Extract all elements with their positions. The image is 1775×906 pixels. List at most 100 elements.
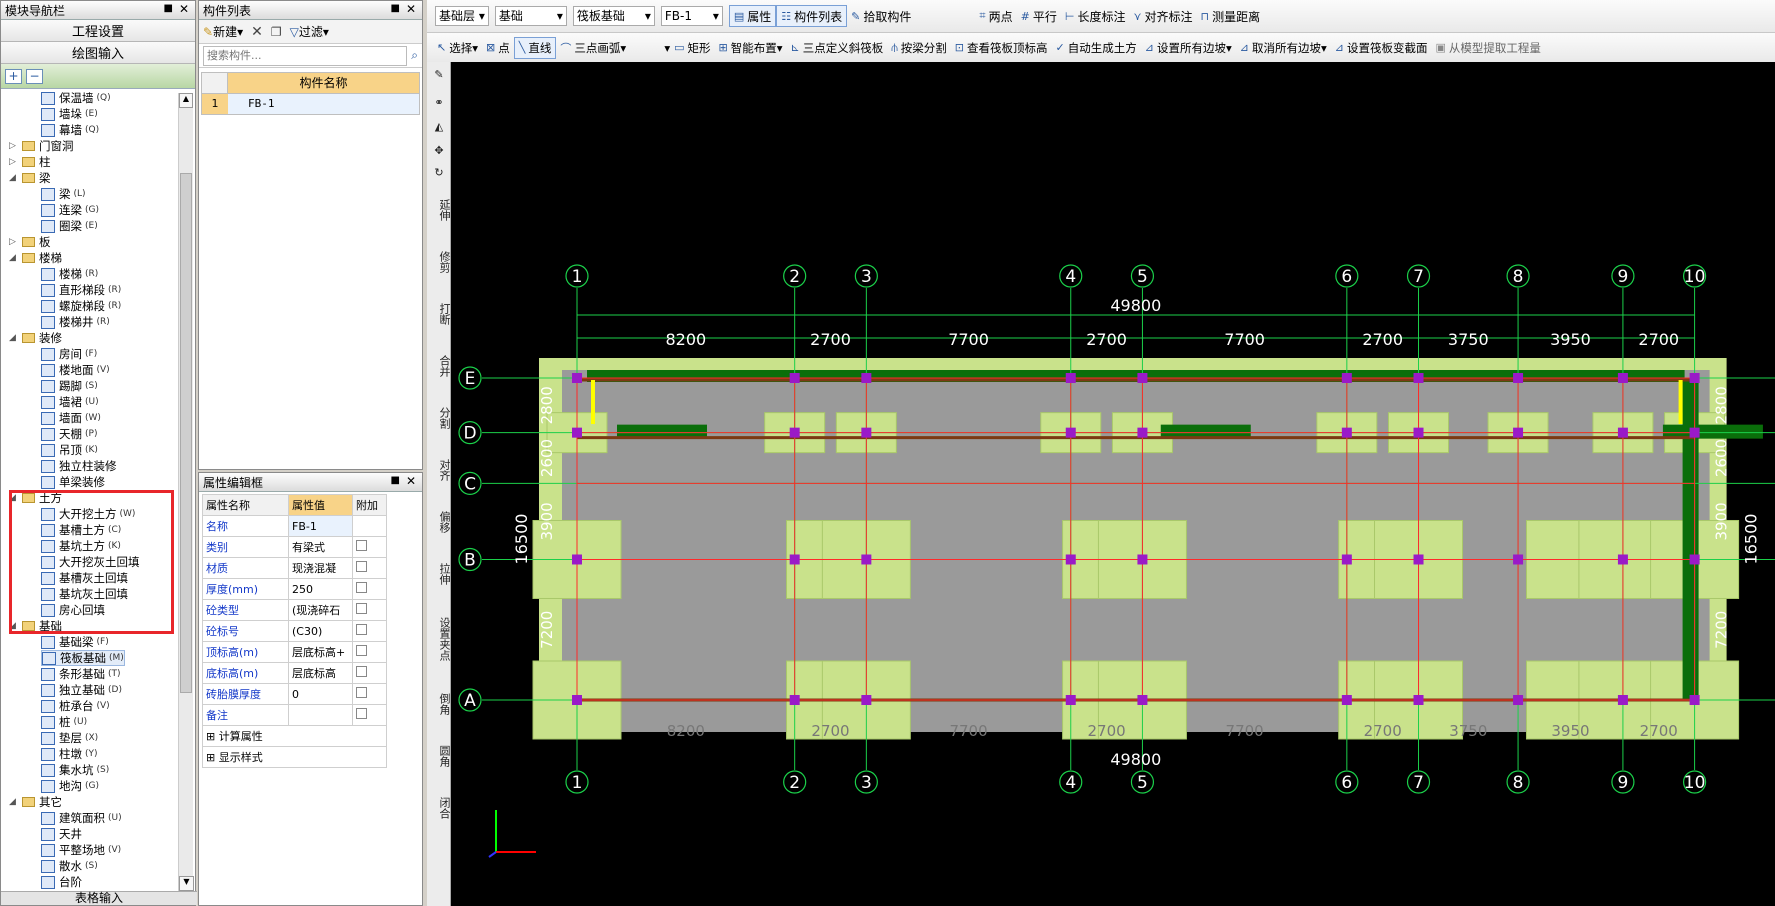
close-icon[interactable]: ✕ (179, 2, 189, 16)
expand-icon[interactable]: ▷ (9, 157, 19, 167)
property-value[interactable]: 层底标高+ (288, 641, 353, 663)
tree-item[interactable]: 楼梯井 (R) (41, 314, 110, 330)
tree-item[interactable]: 地沟 (G) (41, 778, 99, 794)
vtool-7-button[interactable]: 拉伸 (427, 556, 451, 592)
tree-item[interactable]: 基础梁 (F) (41, 634, 109, 650)
property-row[interactable]: 砼类型 (现浇碎石 (202, 599, 387, 621)
property-row[interactable]: 砖胎膜厚度 0 (202, 683, 387, 705)
tree-item[interactable]: 连梁 (G) (41, 202, 99, 218)
close-icon[interactable]: ✕ (406, 2, 416, 16)
checkbox-icon[interactable] (356, 624, 367, 635)
tree-scrollbar[interactable]: ▲ ▼ (178, 93, 194, 891)
tree-item[interactable]: 建筑面积 (U) (41, 810, 122, 826)
property-value[interactable]: (现浇碎石 (288, 599, 353, 621)
property-value[interactable]: 0 (288, 683, 353, 705)
align-dimension-button[interactable]: ⋎ 对齐标注 (1129, 5, 1196, 27)
scroll-down-icon[interactable]: ▼ (179, 876, 194, 891)
select-button[interactable]: ↖ 选择 ▾ (433, 37, 482, 59)
property-value[interactable]: (C30) (288, 620, 353, 642)
property-extra[interactable] (352, 536, 387, 558)
parallel-button[interactable]: # 平行 (1017, 5, 1061, 27)
property-row[interactable]: 厚度(mm) 250 (202, 578, 387, 600)
tree-item[interactable]: 螺旋梯段 (R) (41, 298, 121, 314)
tree-item[interactable]: 单梁装修 (41, 474, 108, 490)
pin-icon[interactable]: ■ (391, 3, 400, 14)
property-extra[interactable] (352, 641, 387, 663)
delete-icon[interactable]: ✕ (251, 24, 263, 40)
property-group-row[interactable]: ⊞ 显示样式 (202, 746, 387, 768)
tree-item[interactable]: 桩承台 (V) (41, 698, 110, 714)
property-row[interactable]: 材质 现浇混凝 (202, 557, 387, 579)
split-by-beam-button[interactable]: ⫛ 按梁分割 (887, 37, 951, 59)
collapse-icon[interactable]: ◢ (9, 253, 19, 263)
pin-icon[interactable]: ■ (391, 475, 400, 486)
tree-item[interactable]: 踢脚 (S) (41, 378, 98, 394)
property-row[interactable]: 底标高(m) 层底标高 (202, 662, 387, 684)
tree-folder[interactable]: ◢ 梁 (9, 170, 51, 186)
element-select[interactable]: FB-1 ▾ (660, 6, 723, 26)
component-list-button[interactable]: ☷ 构件列表 (776, 5, 848, 27)
expand-icon[interactable]: ⊞ (206, 751, 219, 764)
tree-item[interactable]: 墙垛 (E) (41, 106, 98, 122)
extract-quantity-button[interactable]: ▣ 从模型提取工程量 (1431, 37, 1544, 59)
vtool-11-button[interactable]: 闭合 (427, 790, 451, 826)
collapse-icon[interactable]: ◢ (9, 173, 19, 183)
set-variable-section-button[interactable]: ⊿ 设置筏板变截面 (1331, 37, 1432, 59)
line-button[interactable]: ╲ 直线 (513, 36, 557, 59)
rotate-icon[interactable]: ↻ (427, 166, 451, 179)
property-extra[interactable] (352, 557, 387, 579)
point-button[interactable]: ⊠ 点 (482, 37, 514, 59)
measure-distance-button[interactable]: ⊓ 测量距离 (1197, 5, 1265, 27)
smart-layout-button[interactable]: ⊞ 智能布置 ▾ (715, 37, 787, 59)
drawing-input-button[interactable]: 绘图输入 (1, 42, 195, 64)
mirror-icon[interactable]: ◭ (427, 120, 451, 133)
property-extra[interactable] (352, 620, 387, 642)
property-value[interactable]: FB-1 (288, 515, 353, 537)
property-extra[interactable] (352, 599, 387, 621)
tree-item[interactable]: 独立柱装修 (41, 458, 120, 474)
property-value[interactable] (288, 704, 353, 726)
search-icon[interactable]: ⌕ (411, 48, 418, 63)
tree-item[interactable]: 垫层 (X) (41, 730, 98, 746)
vtool-1-button[interactable]: 修剪 (427, 244, 451, 280)
tree-item[interactable]: 独立基础 (D) (41, 682, 122, 698)
floor-plan-svg[interactable]: 1122334455667788991010AABBCCDDEE49800498… (451, 62, 1775, 906)
pen-icon[interactable]: ✎ (427, 68, 451, 81)
tree-item[interactable]: 楼地面 (V) (41, 362, 110, 378)
tree-item[interactable]: 条形基础 (T) (41, 666, 121, 682)
tree-item[interactable]: 桩 (U) (41, 714, 87, 730)
tree-item[interactable]: 柱墩 (Y) (41, 746, 98, 762)
checkbox-icon[interactable] (356, 645, 367, 656)
expand-icon[interactable]: ▷ (9, 141, 19, 151)
cad-drawing-canvas[interactable]: 1122334455667788991010AABBCCDDEE49800498… (451, 62, 1775, 906)
vtool-3-button[interactable]: 合并 (427, 348, 451, 384)
property-extra[interactable] (352, 578, 387, 600)
property-extra[interactable] (352, 704, 387, 726)
checkbox-icon[interactable] (356, 540, 367, 551)
vtool-8-button[interactable]: 设置夹点 (427, 608, 451, 670)
property-value[interactable]: 现浇混凝 (288, 557, 353, 579)
tree-item[interactable]: 保温墙 (Q) (41, 90, 111, 106)
pin-icon[interactable]: ■ (164, 3, 173, 14)
tree-item[interactable]: 幕墙 (Q) (41, 122, 99, 138)
two-point-button[interactable]: ⌗ 两点 (975, 5, 1016, 27)
tree-item[interactable]: 墙面 (W) (41, 410, 101, 426)
cancel-all-slopes-button[interactable]: ⊿ 取消所有边坡 ▾ (1236, 37, 1331, 59)
checkbox-icon[interactable] (356, 666, 367, 677)
collapse-icon[interactable]: ◢ (9, 333, 19, 343)
property-value[interactable]: 层底标高 (288, 662, 353, 684)
tree-folder[interactable]: ◢ 楼梯 (9, 250, 62, 266)
vtool-9-button[interactable]: 倒角 (427, 686, 451, 722)
project-settings-button[interactable]: 工程设置 (1, 20, 195, 42)
length-dimension-button[interactable]: ⊢ 长度标注 (1061, 5, 1130, 27)
move-icon[interactable]: ✥ (427, 144, 451, 157)
vtool-4-button[interactable]: 分割 (427, 400, 451, 436)
tree-item[interactable]: 台阶 (41, 874, 85, 890)
property-extra[interactable] (352, 515, 387, 537)
vtool-0-button[interactable]: 延伸 (427, 192, 451, 228)
property-row[interactable]: 顶标高(m) 层底标高+ (202, 641, 387, 663)
attribute-button[interactable]: ▤ 属性 (728, 5, 777, 27)
set-all-slopes-button[interactable]: ⊿ 设置所有边坡 ▾ (1141, 37, 1236, 59)
checkbox-icon[interactable] (356, 561, 367, 572)
checkbox-icon[interactable] (356, 687, 367, 698)
